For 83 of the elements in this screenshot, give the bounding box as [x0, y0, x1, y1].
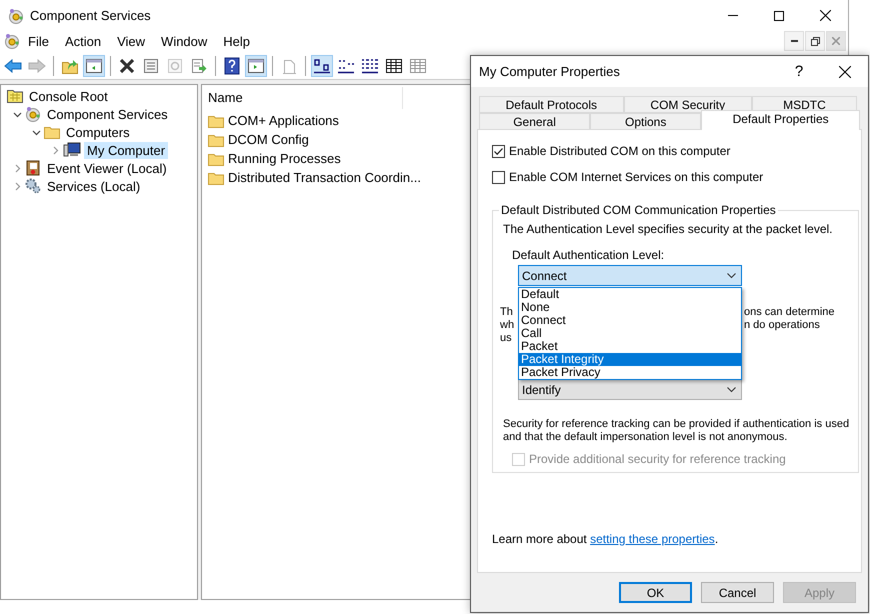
restore-icon [810, 36, 820, 46]
partly-hidden-text: ons can determine [744, 306, 834, 318]
restore-button[interactable] [805, 31, 825, 51]
folder-icon [208, 132, 224, 146]
checkbox-label: Provide additional security for reference tracking [529, 452, 786, 466]
console-tree-icon[interactable] [86, 59, 102, 73]
toolbar-button[interactable] [83, 55, 105, 77]
description-text: The Authentication Level specifies security at the packet level. [503, 223, 834, 236]
minimize-button[interactable] [784, 31, 804, 51]
folder-icon [7, 89, 23, 103]
partly-hidden-text: n do operations [744, 319, 820, 331]
field-label: Default Authentication Level: [512, 248, 666, 262]
gear-ball-icon [4, 33, 20, 49]
back-arrow-icon[interactable] [4, 59, 22, 73]
dropdown-option[interactable]: Connect [519, 314, 741, 327]
dropdown-list[interactable]: Default None Connect Call Packet Packet Integrity Packet Privacy [518, 287, 742, 380]
checkbox[interactable] [492, 170, 505, 184]
dropdown-option[interactable]: Packet Integrity [519, 353, 741, 366]
folder-icon [208, 170, 224, 184]
tree-item[interactable]: Event Viewer (Local) [44, 160, 170, 176]
tree-item[interactable]: Component Services [44, 106, 171, 122]
close-icon [839, 66, 851, 78]
help-button[interactable]: ? [776, 56, 822, 87]
log-book-icon [25, 160, 41, 176]
list-item[interactable]: Running Processes [228, 151, 341, 166]
chevron-right-icon[interactable] [50, 146, 60, 154]
dropdown-option[interactable]: Default [519, 288, 741, 301]
dropdown-option[interactable]: Packet Privacy [519, 366, 741, 379]
caret-icon [727, 272, 736, 278]
tree-item[interactable]: My Computer [84, 142, 168, 158]
list-item[interactable]: DCOM Config [228, 132, 309, 147]
menu-item[interactable]: Help [215, 34, 258, 48]
tree-item[interactable]: Computers [63, 124, 133, 140]
folder-icon [208, 152, 224, 166]
tab[interactable]: General [479, 113, 590, 130]
window-title: Component Services [30, 8, 151, 23]
tree-item[interactable]: Console Root [26, 88, 111, 104]
checkbox-label: Enable Distributed COM on this computer [509, 144, 730, 158]
maximize-icon [774, 10, 784, 20]
menu-item[interactable]: File [20, 34, 57, 48]
gear-ball-icon [8, 8, 24, 24]
close-icon [820, 10, 830, 21]
help-text: Learn more about setting these properties. [492, 532, 718, 546]
tab[interactable]: Options [590, 113, 702, 130]
toolbar-button[interactable] [245, 55, 267, 77]
menu-item[interactable]: Window [153, 34, 216, 48]
column-header[interactable]: Name [202, 87, 403, 109]
gear-ball-icon [25, 106, 41, 122]
checkbox[interactable] [492, 144, 505, 158]
dialog-button[interactable]: OK [619, 582, 692, 603]
computer-icon [63, 142, 81, 158]
menu-item[interactable]: Action [56, 34, 110, 48]
dropdown-option[interactable]: Call [519, 327, 741, 340]
folder-icon [44, 125, 60, 139]
tree-item[interactable]: Services (Local) [44, 178, 144, 194]
menu-item[interactable]: View [109, 34, 154, 48]
partly-hidden-text: us [500, 332, 512, 344]
dropdown[interactable]: Identify [518, 379, 742, 400]
minimize-icon [728, 15, 738, 16]
note-text: Security for reference tracking can be provided if authentication is used and that the default impersonation level is not anonymous. [503, 418, 850, 444]
gears-icon [25, 178, 41, 194]
chevron-down-icon[interactable] [12, 110, 22, 118]
tab[interactable]: Default Properties [701, 110, 860, 130]
dialog-button[interactable]: Cancel [701, 582, 774, 603]
tab[interactable]: Default Protocols [479, 96, 624, 113]
dropdown-option[interactable]: Packet [519, 340, 741, 353]
close-icon [832, 37, 840, 45]
dropdown-option[interactable]: None [519, 301, 741, 314]
dialog-title: My Computer Properties [479, 64, 620, 79]
tab[interactable]: COM Security [624, 96, 752, 113]
caret-icon [727, 386, 736, 392]
chevron-down-icon[interactable] [32, 128, 40, 136]
action-pane-icon[interactable] [248, 59, 264, 73]
partly-hidden-text: wh [500, 319, 514, 331]
list-item[interactable]: COM+ Applications [228, 113, 339, 128]
group-title: Default Distributed COM Communication Properties [500, 203, 777, 217]
checkbox-label: Enable COM Internet Services on this computer [509, 170, 764, 184]
minimize-icon [790, 40, 798, 42]
folder-icon [208, 114, 224, 128]
list-item[interactable]: Distributed Transaction Coordin... [228, 170, 421, 185]
partly-hidden-text: Th [500, 306, 513, 318]
link[interactable]: setting these properties [590, 532, 715, 546]
dropdown[interactable]: Connect [518, 265, 742, 286]
